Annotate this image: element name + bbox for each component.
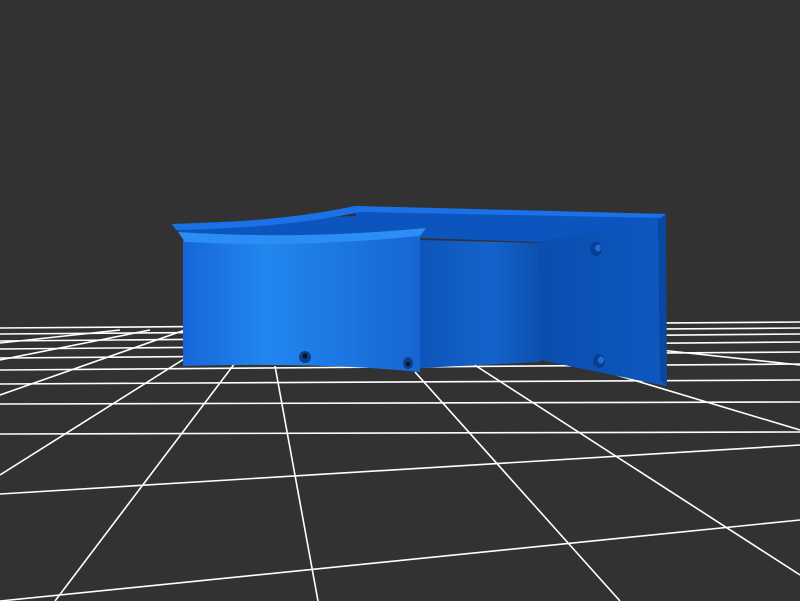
grid-line: [0, 431, 800, 435]
screw-hole: [299, 351, 311, 363]
3d-model[interactable]: [172, 206, 667, 386]
grid-line: [0, 444, 800, 495]
grid-line: [0, 519, 800, 601]
model-front-wall: [183, 230, 420, 372]
model-inner-wall: [420, 240, 540, 368]
mounting-peg: [593, 354, 605, 368]
grid-line: [414, 371, 621, 601]
grid-line: [0, 379, 800, 385]
grid-line: [274, 365, 319, 601]
grid-line: [469, 361, 800, 576]
3d-viewport[interactable]: [0, 0, 800, 601]
mounting-peg: [590, 242, 602, 256]
grid-line: [0, 401, 800, 405]
screw-hole: [403, 357, 413, 369]
3d-scene[interactable]: [0, 0, 800, 601]
grid-line: [54, 329, 261, 601]
